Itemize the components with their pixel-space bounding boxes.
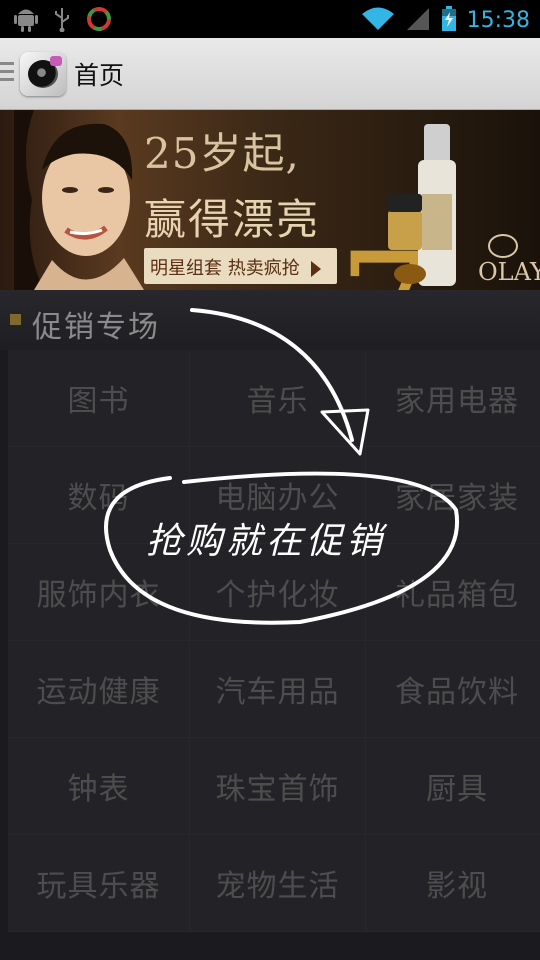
status-bar: 15:38 <box>0 0 540 38</box>
promo-banner[interactable]: 25岁起, 赢得漂亮 明星组套 热卖疯抢 7 OLAY <box>0 110 540 290</box>
banner-tag-label: 明星组套 热卖疯抢 <box>150 258 300 279</box>
signal-icon <box>405 6 431 36</box>
hint-text: 抢购就在促销 <box>146 521 387 562</box>
usb-icon <box>52 6 72 36</box>
battery-charging-icon <box>441 6 457 36</box>
app-logo-icon[interactable] <box>20 52 66 96</box>
model-photo <box>14 110 144 290</box>
banner-tag: 明星组套 热卖疯抢 <box>144 248 338 284</box>
android-icon <box>14 6 38 36</box>
banner-age-text: 25岁起, <box>144 129 300 178</box>
page-title: 首页 <box>74 61 125 90</box>
sync-icon <box>86 6 112 36</box>
banner-headline: 赢得漂亮 <box>144 195 321 244</box>
action-bar: 首页 <box>0 38 540 110</box>
status-time: 15:38 <box>466 8 530 33</box>
banner-brand: OLAY <box>478 258 540 286</box>
olay-logo-icon <box>488 234 518 258</box>
product-bottles <box>388 124 456 286</box>
menu-icon[interactable] <box>0 62 14 86</box>
coach-mark-overlay[interactable]: 抢购就在促销 <box>0 290 540 960</box>
play-arrow-icon <box>311 261 322 277</box>
wifi-icon <box>361 6 395 36</box>
